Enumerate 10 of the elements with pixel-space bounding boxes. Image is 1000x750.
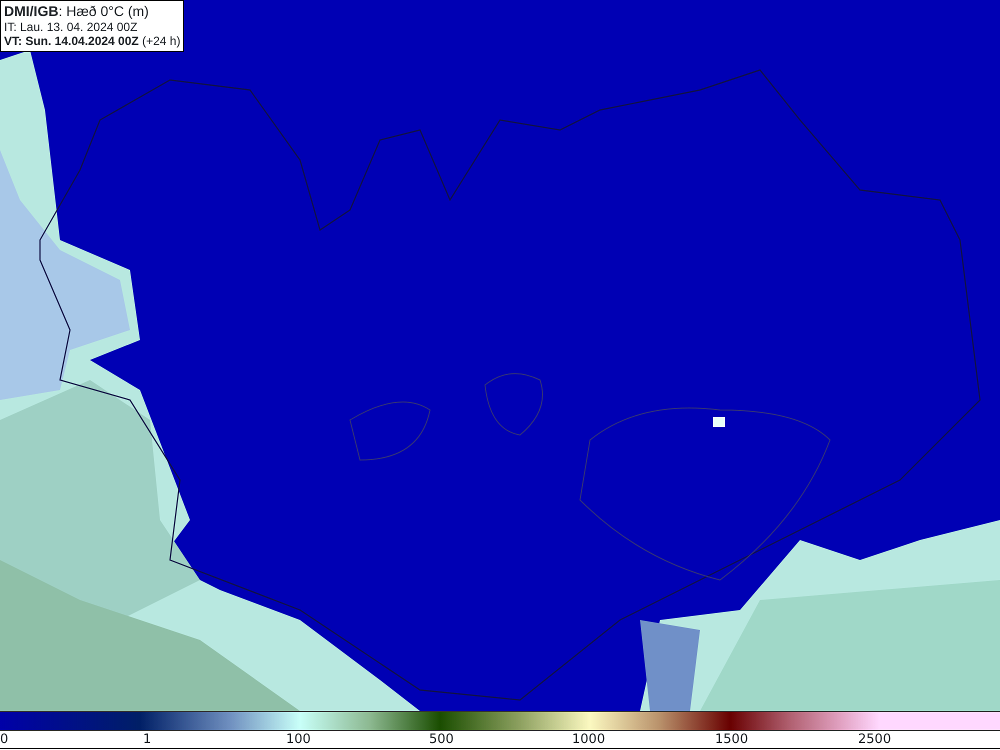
scale-tick-label: 0 — [0, 732, 8, 747]
scale-tick-label: 1500 — [715, 732, 748, 747]
scale-tick-label: 1 — [143, 732, 152, 747]
map-title: DMI/IGB: Hæð 0°C (m) — [4, 3, 150, 20]
valid-time-text: VT: Sun. 14.04.2024 00Z (+24 h) — [4, 34, 180, 49]
scale-tick-label: 100 — [286, 732, 311, 747]
scale-tick-label: 1000 — [572, 732, 606, 747]
scale-tick-label: 2500 — [858, 732, 892, 747]
scale-tick-label: 500 — [429, 732, 454, 747]
init-time-text: IT: Lau. 13. 04. 2024 00Z — [4, 20, 138, 34]
